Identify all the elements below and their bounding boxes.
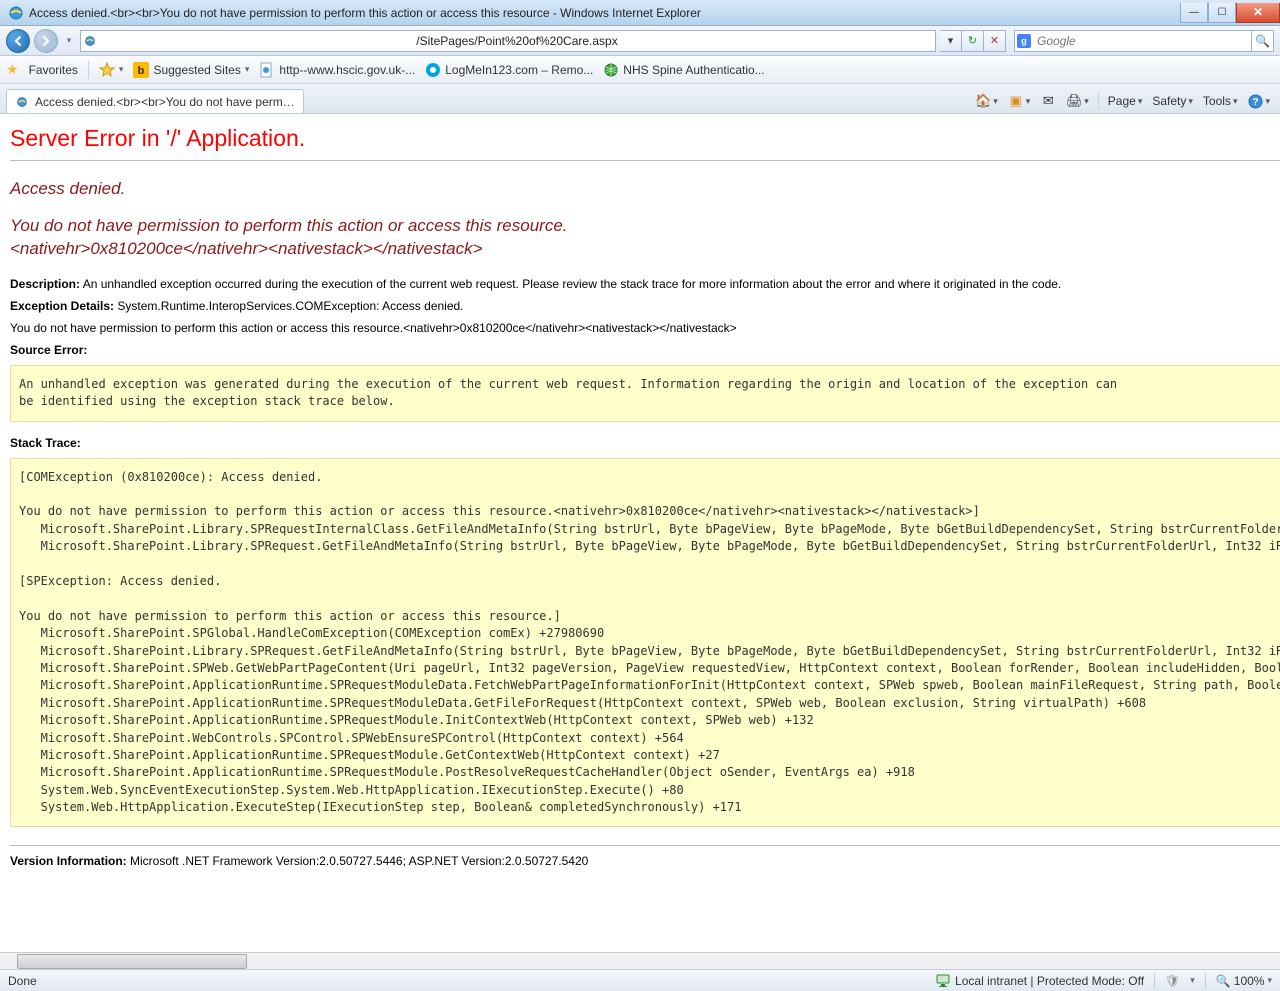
favorites-star-icon[interactable]: ★: [6, 61, 19, 78]
source-error-box: An unhandled exception was generated dur…: [10, 365, 1280, 422]
favorite-label: http--www.hscic.gov.uk-...: [279, 63, 415, 77]
svg-text:b: b: [138, 65, 145, 77]
chevron-down-icon: ▾: [1267, 975, 1272, 986]
help-icon: ?: [1247, 93, 1263, 109]
favorite-hscic[interactable]: http--www.hscic.gov.uk-...: [259, 62, 415, 78]
chevron-down-icon: ▾: [245, 64, 250, 75]
favorite-label: NHS Spine Authenticatio...: [623, 63, 764, 77]
search-box[interactable]: g 🔍: [1014, 30, 1274, 52]
protected-mode-icon[interactable]: 🛡: [1165, 974, 1180, 988]
close-button[interactable]: ✕: [1236, 3, 1280, 23]
status-text: Done: [8, 974, 925, 988]
tab-title: Access denied.<br><br>You do not have pe…: [35, 95, 295, 109]
command-separator: [1098, 92, 1099, 110]
maximize-button[interactable]: ☐: [1208, 3, 1236, 23]
chevron-down-icon[interactable]: ▾: [1190, 975, 1195, 986]
description-label: Description:: [10, 277, 80, 291]
page-menu[interactable]: Page▾: [1104, 90, 1147, 112]
stack-trace-box: [COMException (0x810200ce): Access denie…: [10, 458, 1280, 828]
print-button[interactable]: 🖨▾: [1062, 90, 1093, 112]
exception-label: Exception Details:: [10, 299, 114, 313]
favorite-label: LogMeIn123.com – Remo...: [445, 63, 593, 77]
zone-text: Local intranet | Protected Mode: Off: [955, 974, 1144, 988]
error-heading: Server Error in '/' Application.: [10, 125, 1280, 152]
window-titlebar: Access denied.<br><br>You do not have pe…: [0, 0, 1280, 26]
iepage-icon: [259, 62, 275, 78]
browser-tab[interactable]: Access denied.<br><br>You do not have pe…: [6, 89, 304, 113]
address-dropdown[interactable]: ▾: [940, 30, 962, 52]
help-button[interactable]: ?▾: [1243, 90, 1274, 112]
window-buttons: — ☐ ✕: [1180, 3, 1280, 23]
print-icon: 🖨: [1066, 93, 1082, 109]
svg-text:g: g: [1021, 36, 1027, 46]
favorites-label[interactable]: Favorites: [29, 63, 78, 77]
stop-button[interactable]: ✕: [984, 30, 1006, 52]
ie-icon: [8, 5, 24, 21]
zoom-icon: 🔍: [1216, 974, 1231, 988]
window-title: Access denied.<br><br>You do not have pe…: [29, 6, 1180, 20]
favorites-separator: [88, 61, 89, 79]
error-message: You do not have permission to perform th…: [10, 215, 710, 261]
description-line: Description: An unhandled exception occu…: [10, 277, 1280, 291]
tools-menu[interactable]: Tools▾: [1199, 90, 1242, 112]
google-icon: g: [1015, 34, 1033, 48]
home-button[interactable]: 🏠▾: [971, 90, 1002, 112]
ie-icon: [15, 95, 29, 109]
globe-icon: [603, 62, 619, 78]
refresh-button[interactable]: ↻: [962, 30, 984, 52]
divider: [10, 845, 1280, 846]
svg-text:?: ?: [1252, 97, 1258, 108]
zoom-control[interactable]: 🔍 100% ▾: [1216, 974, 1272, 988]
home-icon: 🏠: [975, 93, 991, 109]
address-bar[interactable]: [80, 30, 936, 52]
mail-icon: ✉: [1040, 93, 1056, 109]
feeds-button[interactable]: ▣▾: [1004, 90, 1035, 112]
nav-history-dropdown[interactable]: ▾: [62, 35, 76, 46]
favorite-label: Suggested Sites: [153, 63, 240, 77]
forward-button[interactable]: [34, 29, 58, 53]
computer-icon: [935, 974, 951, 988]
status-bar: Done Local intranet | Protected Mode: Of…: [0, 969, 1280, 991]
description-text: An unhandled exception occurred during t…: [80, 277, 1061, 291]
add-favorite-icon[interactable]: ▾: [99, 62, 124, 78]
address-controls: ▾ ↻ ✕: [940, 30, 1006, 52]
stack-trace-label: Stack Trace:: [10, 436, 1280, 450]
favorite-nhs-spine[interactable]: NHS Spine Authenticatio...: [603, 62, 764, 78]
source-error-label: Source Error:: [10, 343, 1280, 357]
zoom-value: 100%: [1234, 974, 1265, 988]
navigation-bar: ▾ ▾ ↻ ✕ g 🔍: [0, 26, 1280, 56]
logmein-icon: [425, 62, 441, 78]
favorite-logmein[interactable]: LogMeIn123.com – Remo...: [425, 62, 593, 78]
search-input[interactable]: [1033, 32, 1251, 50]
security-zone[interactable]: Local intranet | Protected Mode: Off: [935, 974, 1144, 988]
error-subheading: Access denied.: [10, 179, 1280, 199]
version-text: Microsoft .NET Framework Version:2.0.507…: [127, 854, 589, 868]
status-separator: [1205, 973, 1206, 989]
status-separator: [1154, 973, 1155, 989]
command-bar: 🏠▾ ▣▾ ✉ 🖨▾ Page▾ Safety▾ Tools▾ ?▾: [971, 89, 1274, 113]
safety-menu[interactable]: Safety▾: [1148, 90, 1197, 112]
horizontal-scrollbar[interactable]: [0, 952, 1280, 969]
scrollbar-thumb[interactable]: [17, 954, 247, 969]
exception-text: System.Runtime.InteropServices.COMExcept…: [114, 299, 463, 313]
mail-button[interactable]: ✉: [1036, 90, 1060, 112]
favorite-suggested-sites[interactable]: b Suggested Sites ▾: [133, 62, 249, 78]
content-viewport[interactable]: Server Error in '/' Application. Access …: [0, 114, 1280, 952]
minimize-button[interactable]: —: [1180, 3, 1208, 23]
exception-line: Exception Details: System.Runtime.Intero…: [10, 299, 1280, 313]
version-line: Version Information: Microsoft .NET Fram…: [10, 854, 1280, 868]
exception-line-2: You do not have permission to perform th…: [10, 321, 1280, 335]
search-button[interactable]: 🔍: [1251, 30, 1273, 52]
bing-icon: b: [133, 62, 149, 78]
back-button[interactable]: [6, 29, 30, 53]
version-label: Version Information:: [10, 854, 127, 868]
favorites-bar: ★ Favorites ▾ b Suggested Sites ▾ http--…: [0, 56, 1280, 84]
address-input[interactable]: [99, 32, 935, 50]
rss-icon: ▣: [1008, 93, 1024, 109]
page-icon: [81, 34, 99, 48]
error-page: Server Error in '/' Application. Access …: [0, 115, 1280, 896]
tab-strip: Access denied.<br><br>You do not have pe…: [0, 84, 1280, 114]
divider: [10, 160, 1280, 161]
